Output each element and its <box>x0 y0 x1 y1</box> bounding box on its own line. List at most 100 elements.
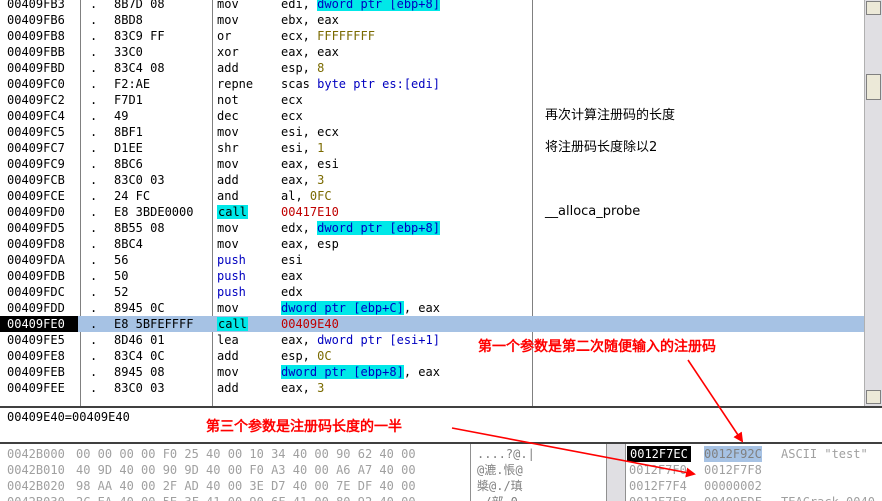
disasm-row[interactable]: 00409FB8. 83C9 FF or ecx, FFFFFFFF <box>0 28 864 44</box>
dump-hex: 40 9D 40 00 90 9D 40 00 F0 A3 40 00 A6 A… <box>76 463 416 477</box>
row-mnemonic: dec <box>217 108 239 124</box>
operand-part: ecx <box>281 93 303 107</box>
stack-row[interactable]: 0012F7F0 0012F7F8 <box>627 462 882 478</box>
row-address: 00409FEE <box>7 381 65 395</box>
disasm-row[interactable]: 00409FD0. E8 3BDE0000 call 00417E10 __alloca… <box>0 204 864 220</box>
disasm-row[interactable]: 00409FC5. 8BF1 mov esi, ecx <box>0 124 864 140</box>
operand-part: ebx, eax <box>281 13 339 27</box>
row-marker: . <box>90 0 98 11</box>
stack-comment: ASCII "test" <box>781 447 868 461</box>
disasm-row[interactable]: 00409FBB. 33C0 xor eax, eax <box>0 44 864 60</box>
row-operands: ecx, FFFFFFFF <box>281 28 375 44</box>
dump-row[interactable]: 0042B030 2C EA 40 00 5E 3F 41 00 90 6F 41… <box>0 494 606 501</box>
disasm-row[interactable]: 00409FC7. D1EE shr esi, 1 将注册码长度除以2 <box>0 140 864 156</box>
row-mnemonic: lea <box>217 332 239 348</box>
row-operands: eax, 3 <box>281 172 324 188</box>
stack-row[interactable]: 0012F7F4 00000002 <box>627 478 882 494</box>
disasm-row[interactable]: 00409FC2. F7D1 not ecx <box>0 92 864 108</box>
disasm-row[interactable]: 00409FDC. 52 push edx <box>0 284 864 300</box>
disasm-row[interactable]: 00409FCE. 24 FC and al, 0FC <box>0 188 864 204</box>
operand-part: al, <box>281 189 310 203</box>
row-hex-bytes: 83C4 08 <box>114 61 165 75</box>
disasm-row[interactable]: 00409FDB. 50 push eax <box>0 268 864 284</box>
dump-hex: 00 00 00 00 F0 25 40 00 10 34 40 00 90 6… <box>76 447 416 461</box>
row-address: 00409FC5 <box>7 125 65 139</box>
dump-row[interactable]: 0042B010 40 9D 40 00 90 9D 40 00 F0 A3 40… <box>0 462 606 478</box>
disasm-row[interactable]: 00409FC4. 49 dec ecx 再次计算注册码的长度 <box>0 108 864 124</box>
mnemonic-text: mov <box>217 157 239 171</box>
operand-part: scas <box>281 77 318 91</box>
disasm-row[interactable]: 00409FDD. 8945 0C mov dword ptr [ebp+C], ea… <box>0 300 864 316</box>
mnemonic-text: lea <box>217 333 239 347</box>
row-mnemonic: mov <box>217 124 239 140</box>
scroll-up-button[interactable] <box>866 1 881 15</box>
operand-part: 0FC <box>309 189 332 203</box>
row-address: 00409FBB <box>7 45 65 59</box>
disasm-row[interactable]: 00409FB6. 8BD8 mov ebx, eax <box>0 12 864 28</box>
scroll-down-button[interactable] <box>866 390 881 404</box>
row-hex-bytes: 8B7D 08 <box>114 0 165 11</box>
row-mnemonic: add <box>217 60 239 76</box>
scroll-thumb[interactable] <box>866 74 881 100</box>
row-hex-bytes: F2:AE <box>114 77 151 91</box>
mnemonic-text: not <box>217 93 239 107</box>
row-mnemonic: call <box>217 316 248 332</box>
disasm-row[interactable]: 00409FD8. 8BC4 mov eax, esp <box>0 236 864 252</box>
row-hex-bytes: 24 FC <box>114 189 151 203</box>
disasm-row[interactable]: 00409FDA. 56 push esi <box>0 252 864 268</box>
mnemonic-text: and <box>217 189 239 203</box>
disasm-row[interactable]: 00409FB3. 8B7D 08 mov edi, dword ptr [ebp+8… <box>0 0 864 12</box>
mnemonic-text: mov <box>217 365 239 379</box>
disasm-row[interactable]: 00409FE8. 83C4 0C add esp, 0C <box>0 348 864 364</box>
mnemonic-text: xor <box>217 45 239 59</box>
disasm-row[interactable]: 00409FC0. F2:AE repne scas byte ptr es:[edi… <box>0 76 864 92</box>
stack-row[interactable]: 0012F7EC 0012F92C ASCII "test" <box>627 446 882 462</box>
disasm-row[interactable]: 00409FEB. 8945 08 mov dword ptr [ebp+8], ea… <box>0 364 864 380</box>
info-text: 00409E40=00409E40 <box>7 410 130 424</box>
row-operands: ebx, eax <box>281 12 339 28</box>
disasm-row[interactable]: 00409FCB. 83C0 03 add eax, 3 <box>0 172 864 188</box>
mnemonic-text: add <box>217 381 239 395</box>
row-hex-bytes: 8BF1 <box>114 125 143 139</box>
disassembly-scrollbar[interactable] <box>864 0 882 406</box>
row-address: 00409FD5 <box>7 221 65 235</box>
row-mnemonic: not <box>217 92 239 108</box>
row-operands: dword ptr [ebp+C], eax <box>281 300 440 316</box>
disassembly-pane[interactable]: 00409FB3. 8B7D 08 mov edi, dword ptr [ebp+8… <box>0 0 864 406</box>
mnemonic-text: add <box>217 61 239 75</box>
row-marker: . <box>90 157 98 171</box>
operand-part: edx, <box>281 221 318 235</box>
row-address: 00409FDA <box>7 253 65 267</box>
mnemonic-text: or <box>217 29 232 43</box>
disasm-row[interactable]: 00409FC9. 8BC6 mov eax, esi <box>0 156 864 172</box>
disasm-row[interactable]: 00409FBD. 83C4 08 add esp, 8 <box>0 60 864 76</box>
row-hex-bytes: 83C4 0C <box>114 349 165 363</box>
row-address: 00409FC7 <box>7 141 65 155</box>
disasm-row[interactable]: 00409FE5. 8D46 01 lea eax, dword ptr [esi+1… <box>0 332 864 348</box>
mnemonic-text: mov <box>217 125 239 139</box>
row-hex-bytes: 8BC4 <box>114 237 143 251</box>
row-mnemonic: mov <box>217 236 239 252</box>
dump-scrollbar[interactable] <box>606 444 626 501</box>
dump-row[interactable]: 0042B020 98 AA 40 00 2F AD 40 00 3E D7 40… <box>0 478 606 494</box>
row-operands: esi <box>281 252 303 268</box>
mnemonic-text: push <box>217 285 246 299</box>
disasm-row[interactable]: 00409FE0. E8 5BFEFFFF call 00409E40 <box>0 316 864 332</box>
row-marker: . <box>90 253 98 267</box>
dump-ascii: ....?@.| <box>477 447 535 461</box>
disasm-row[interactable]: 00409FD5. 8B55 08 mov edx, dword ptr [ebp+8… <box>0 220 864 236</box>
mnemonic-text: mov <box>217 221 239 235</box>
disasm-row[interactable]: 00409FEE. 83C0 03 add eax, 3 <box>0 380 864 396</box>
stack-address: 0012F7EC <box>627 446 691 462</box>
operand-part: 00409E40 <box>281 317 339 331</box>
mnemonic-text: call <box>217 317 248 331</box>
dump-row[interactable]: 0042B000 00 00 00 00 F0 25 40 00 10 34 40… <box>0 446 606 462</box>
row-mnemonic: xor <box>217 44 239 60</box>
row-comment: 将注册码长度除以2 <box>545 140 658 155</box>
operand-part: byte ptr es:[edi] <box>317 77 440 91</box>
row-operands: eax, eax <box>281 44 339 60</box>
stack-row[interactable]: 0012F7F8 00409EDF TEACrack.0040 <box>627 494 882 501</box>
row-comment: 再次计算注册码的长度 <box>545 108 676 123</box>
dump-address: 0042B030 <box>7 494 65 501</box>
row-mnemonic: repne <box>217 76 253 92</box>
